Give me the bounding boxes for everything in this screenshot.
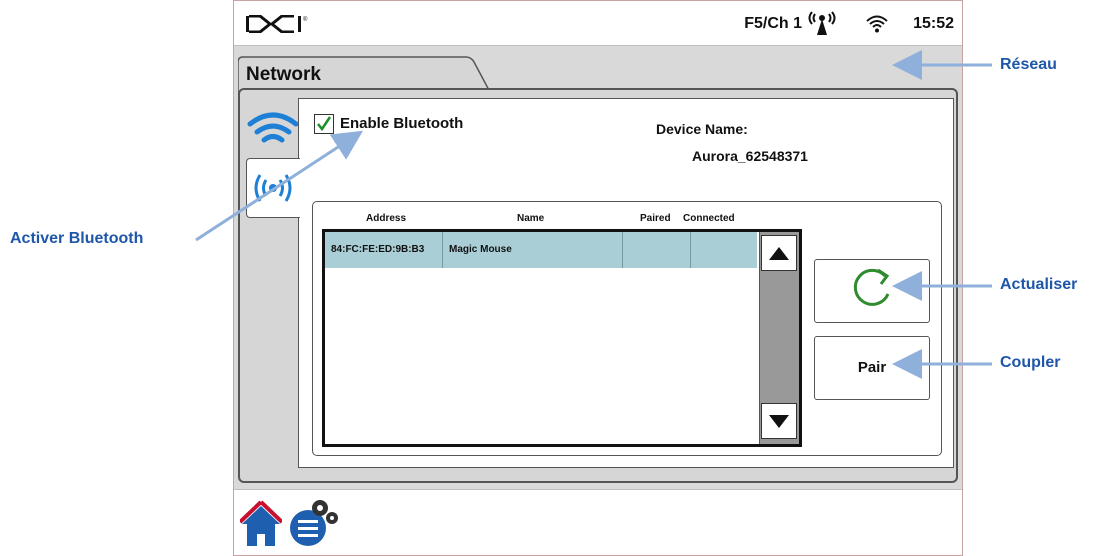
enable-bluetooth-checkbox[interactable] — [314, 114, 334, 134]
channel-indicator: F5/Ch 1 — [744, 15, 802, 32]
column-header-connected: Connected — [683, 213, 735, 224]
callout-pair: Coupler — [1000, 354, 1061, 371]
device-screen: ® F5/Ch 1 15:52 Network Enable Bluetooth… — [233, 0, 963, 556]
cell-name: Magic Mouse — [443, 232, 623, 268]
dci-logo: ® — [246, 15, 308, 33]
column-header-address: Address — [366, 213, 407, 224]
bottom-toolbar — [234, 489, 962, 555]
bluetooth-signal-icon — [254, 174, 292, 202]
column-header-name: Name — [517, 213, 545, 224]
home-icon[interactable] — [240, 500, 282, 548]
scroll-down-button[interactable] — [761, 403, 797, 439]
callout-enable-bluetooth: Activer Bluetooth — [10, 230, 144, 247]
refresh-icon — [853, 268, 890, 306]
device-name-value: Aurora_62548371 — [692, 148, 808, 164]
bluetooth-tab[interactable] — [246, 158, 300, 218]
refresh-button[interactable] — [814, 259, 930, 323]
cell-address: 84:FC:FE:ED:9B:B3 — [325, 232, 443, 268]
triangle-up-icon — [769, 247, 789, 260]
clock: 15:52 — [913, 15, 954, 32]
enable-bluetooth-label[interactable]: Enable Bluetooth — [340, 115, 463, 132]
callout-network: Réseau — [1000, 56, 1057, 73]
pair-button[interactable]: Pair — [814, 336, 930, 400]
column-header-paired: Paired — [640, 213, 671, 224]
callout-refresh: Actualiser — [1000, 276, 1078, 293]
network-screen: Network Enable Bluetooth Device Name: Au… — [234, 46, 962, 489]
antenna-signal-icon — [808, 11, 836, 35]
svg-text:®: ® — [303, 16, 308, 23]
status-bar: ® F5/Ch 1 15:52 — [234, 1, 962, 46]
cell-paired — [623, 232, 691, 268]
device-name-label: Device Name: — [656, 121, 748, 137]
tab-network[interactable]: Network — [246, 64, 321, 86]
scroll-up-button[interactable] — [761, 235, 797, 271]
wifi-tab-icon[interactable] — [246, 106, 300, 158]
wifi-status-icon — [866, 15, 888, 33]
cell-connected — [691, 232, 757, 268]
triangle-down-icon — [769, 415, 789, 428]
checkmark-icon — [317, 116, 332, 132]
settings-menu-icon[interactable] — [286, 496, 342, 550]
